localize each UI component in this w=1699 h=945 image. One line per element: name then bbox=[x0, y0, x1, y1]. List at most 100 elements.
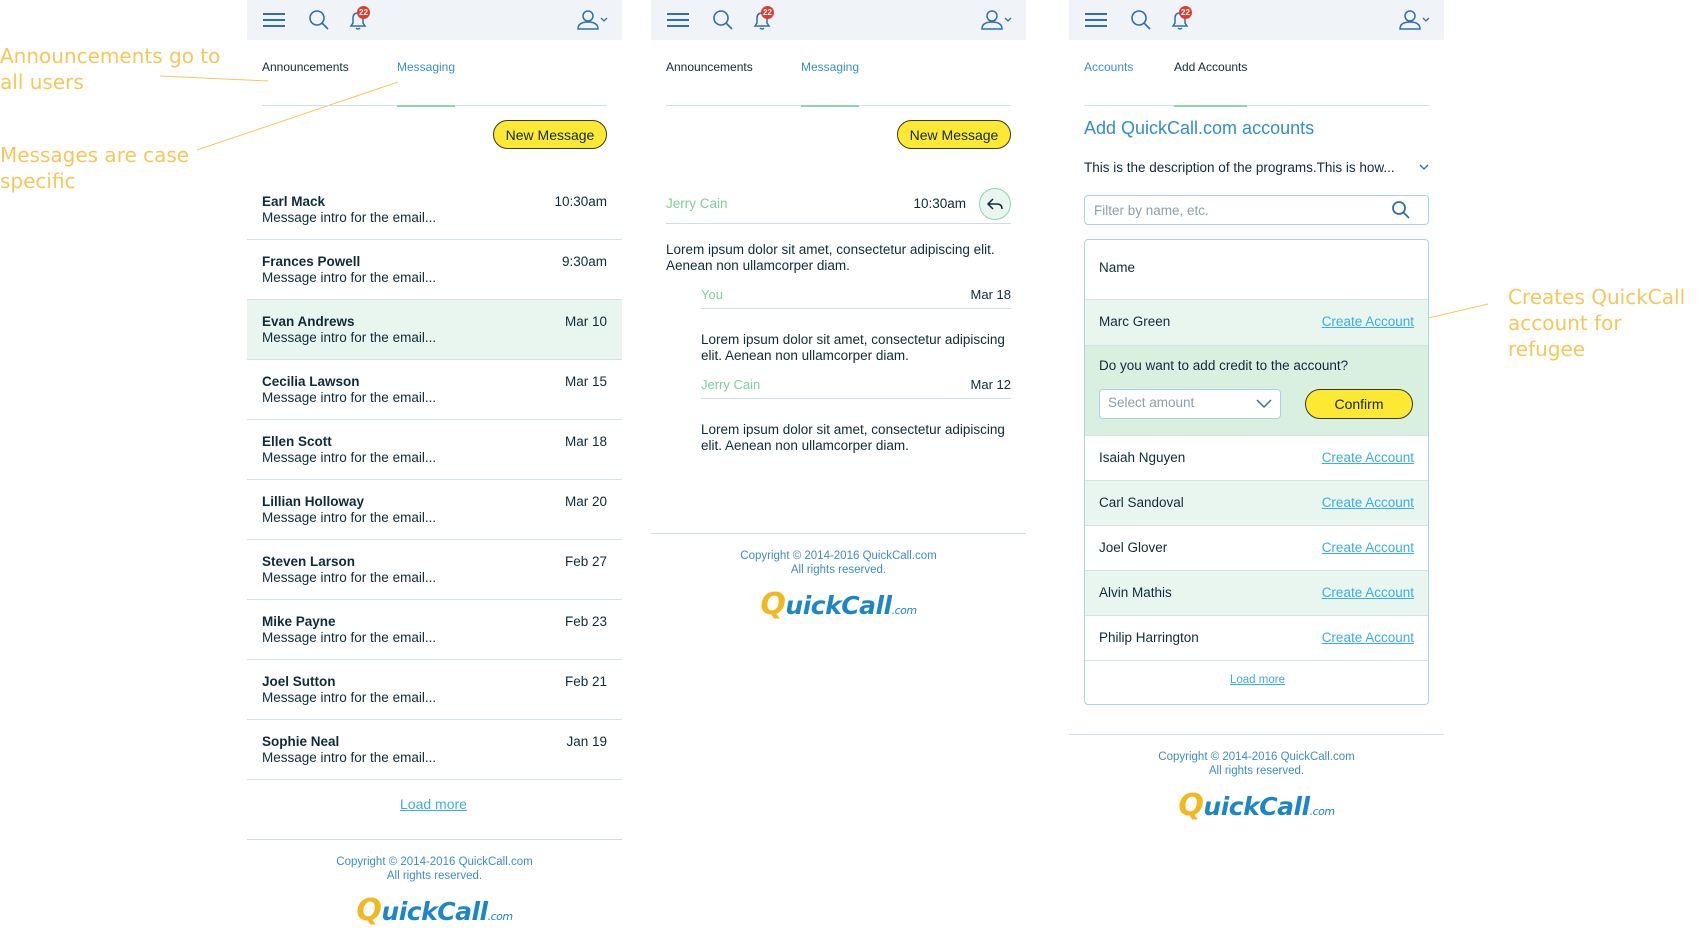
tab-announcements[interactable]: Announcements bbox=[666, 60, 753, 74]
table-row: Philip Harrington Create Account bbox=[1085, 616, 1428, 661]
reply-header: You Mar 18 bbox=[701, 287, 1011, 309]
footer-copyright: Copyright © 2014-2016 QuickCall.com All … bbox=[1069, 750, 1444, 778]
reply-icon bbox=[986, 198, 1003, 210]
message-intro: Message intro for the email... bbox=[262, 750, 437, 765]
table-row[interactable]: Joel Sutton Message intro for the email.… bbox=[247, 660, 622, 720]
new-message-button[interactable]: New Message bbox=[493, 120, 607, 149]
reply-sender: You bbox=[701, 287, 723, 302]
thread-sender: Jerry Cain bbox=[666, 196, 728, 211]
search-icon[interactable] bbox=[1128, 8, 1154, 32]
create-account-link[interactable]: Create Account bbox=[1322, 585, 1414, 600]
filter-input[interactable] bbox=[1084, 195, 1429, 225]
search-icon[interactable] bbox=[306, 8, 332, 32]
user-icon[interactable] bbox=[576, 8, 610, 32]
thread-header: Jerry Cain 10:30am bbox=[666, 186, 1011, 224]
accounts-table: Name Marc Green Create Account Do you wa… bbox=[1084, 239, 1429, 705]
search-icon[interactable] bbox=[710, 8, 736, 32]
message-intro: Message intro for the email... bbox=[262, 630, 437, 645]
quickcall-logo: QuickCall.com bbox=[1178, 788, 1335, 823]
add-credit-panel: Do you want to add credit to the account… bbox=[1085, 346, 1428, 436]
select-placeholder: Select amount bbox=[1108, 395, 1195, 410]
notification-badge: 22 bbox=[1179, 6, 1192, 19]
new-message-button[interactable]: New Message bbox=[897, 120, 1011, 149]
quickcall-logo: QuickCall.com bbox=[760, 587, 917, 622]
message-thread-screen: 22 Announcements Messaging New Message J… bbox=[651, 0, 1026, 945]
table-row[interactable]: Earl Mack Message intro for the email...… bbox=[247, 180, 622, 240]
menu-icon[interactable] bbox=[1083, 8, 1109, 32]
table-row[interactable]: Evan Andrews Message intro for the email… bbox=[247, 300, 622, 360]
user-name: Carl Sandoval bbox=[1099, 495, 1184, 510]
tab-announcements[interactable]: Announcements bbox=[262, 60, 349, 74]
create-account-link[interactable]: Create Account bbox=[1322, 630, 1414, 645]
table-row[interactable]: Sophie Neal Message intro for the email.… bbox=[247, 720, 622, 780]
footer-divider bbox=[651, 533, 1026, 534]
user-name: Philip Harrington bbox=[1099, 630, 1199, 645]
table-row[interactable]: Ellen Scott Message intro for the email.… bbox=[247, 420, 622, 480]
rights-text: All rights reserved. bbox=[1208, 765, 1305, 777]
table-row: Alvin Mathis Create Account bbox=[1085, 571, 1428, 616]
footer-divider bbox=[247, 839, 622, 840]
bell-icon[interactable]: 22 bbox=[749, 6, 775, 32]
tab-messaging[interactable]: Messaging bbox=[801, 60, 859, 74]
rights-text: All rights reserved. bbox=[386, 870, 483, 882]
tab-bar: Announcements Messaging bbox=[262, 40, 607, 107]
tab-active-indicator bbox=[397, 105, 455, 107]
message-sender: Sophie Neal bbox=[262, 734, 340, 749]
create-account-link[interactable]: Create Account bbox=[1322, 495, 1414, 510]
message-sender: Mike Payne bbox=[262, 614, 336, 629]
thread-message-body: Lorem ipsum dolor sit amet, consectetur … bbox=[666, 242, 995, 273]
credit-question: Do you want to add credit to the account… bbox=[1099, 358, 1349, 373]
reply-date: Mar 12 bbox=[970, 377, 1011, 392]
top-bar: 22 bbox=[651, 0, 1026, 40]
tab-accounts[interactable]: Accounts bbox=[1084, 60, 1133, 74]
load-more-link[interactable]: Load more bbox=[400, 796, 467, 812]
message-intro: Message intro for the email... bbox=[262, 330, 437, 345]
annotation-messages: Messages are case specific bbox=[0, 143, 190, 193]
bell-icon[interactable]: 22 bbox=[1167, 6, 1193, 32]
tab-add-accounts[interactable]: Add Accounts bbox=[1174, 60, 1247, 74]
add-accounts-screen: 22 Accounts Add Accounts Add QuickCall.c… bbox=[1069, 0, 1444, 945]
chevron-down-icon bbox=[1419, 160, 1429, 175]
create-account-link[interactable]: Create Account bbox=[1322, 540, 1414, 555]
description-text: This is the description of the programs.… bbox=[1084, 160, 1395, 175]
tab-bar: Accounts Add Accounts bbox=[1084, 40, 1429, 107]
message-sender: Cecilia Lawson bbox=[262, 374, 360, 389]
user-icon[interactable] bbox=[1398, 8, 1432, 32]
table-row[interactable]: Frances Powell Message intro for the ema… bbox=[247, 240, 622, 300]
message-intro: Message intro for the email... bbox=[262, 210, 437, 225]
user-icon[interactable] bbox=[980, 8, 1014, 32]
copyright-text: Copyright © 2014-2016 QuickCall.com bbox=[740, 550, 937, 562]
tab-active-indicator bbox=[801, 105, 859, 107]
table-row: Marc Green Create Account bbox=[1085, 300, 1428, 346]
table-row[interactable]: Cecilia Lawson Message intro for the ema… bbox=[247, 360, 622, 420]
table-row: Carl Sandoval Create Account bbox=[1085, 481, 1428, 526]
message-intro: Message intro for the email... bbox=[262, 390, 437, 405]
menu-icon[interactable] bbox=[261, 8, 287, 32]
message-intro: Message intro for the email... bbox=[262, 570, 437, 585]
tab-messaging[interactable]: Messaging bbox=[397, 60, 455, 74]
table-row[interactable]: Mike Payne Message intro for the email..… bbox=[247, 600, 622, 660]
name-column-header: Name bbox=[1085, 240, 1428, 300]
reply-button[interactable] bbox=[979, 188, 1011, 220]
confirm-button[interactable]: Confirm bbox=[1305, 389, 1413, 419]
search-icon[interactable] bbox=[1391, 200, 1411, 225]
reply-header: Jerry Cain Mar 12 bbox=[701, 377, 1011, 399]
message-intro: Message intro for the email... bbox=[262, 690, 437, 705]
rights-text: All rights reserved. bbox=[790, 564, 887, 576]
amount-select[interactable]: Select amount bbox=[1099, 389, 1281, 419]
message-sender: Evan Andrews bbox=[262, 314, 355, 329]
create-account-link[interactable]: Create Account bbox=[1322, 450, 1414, 465]
program-description[interactable]: This is the description of the programs.… bbox=[1084, 160, 1429, 175]
message-time: Feb 21 bbox=[564, 674, 607, 689]
table-row[interactable]: Lillian Holloway Message intro for the e… bbox=[247, 480, 622, 540]
footer-copyright: Copyright © 2014-2016 QuickCall.com All … bbox=[247, 855, 622, 883]
create-account-link[interactable]: Create Account bbox=[1322, 314, 1414, 329]
menu-icon[interactable] bbox=[665, 8, 691, 32]
footer-divider bbox=[1069, 734, 1444, 735]
table-row[interactable]: Steven Larson Message intro for the emai… bbox=[247, 540, 622, 600]
message-intro: Message intro for the email... bbox=[262, 510, 437, 525]
load-more-link[interactable]: Load more bbox=[1085, 674, 1428, 686]
tab-active-indicator bbox=[1174, 105, 1247, 107]
bell-icon[interactable]: 22 bbox=[345, 6, 371, 32]
tab-bar: Announcements Messaging bbox=[666, 40, 1011, 107]
